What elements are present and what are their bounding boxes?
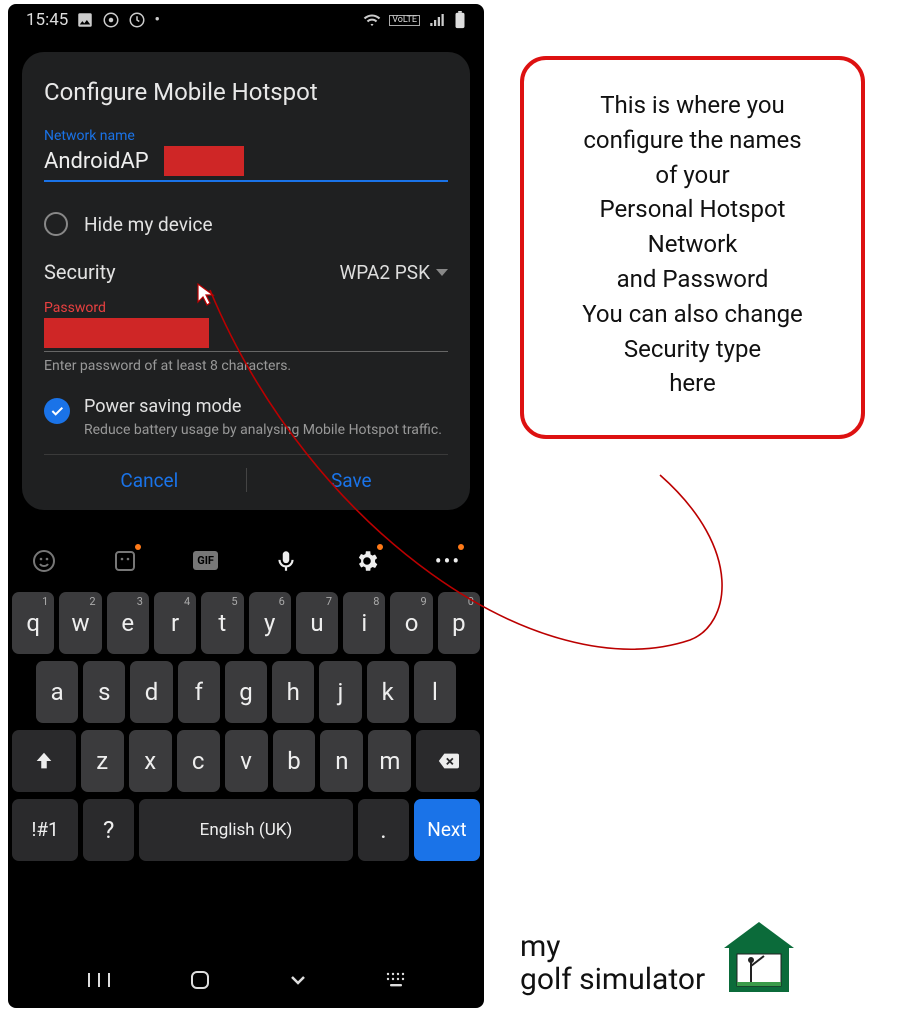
network-name-label: Network name — [44, 128, 448, 144]
key-n[interactable]: n — [320, 730, 363, 792]
home-button[interactable] — [188, 968, 212, 996]
callout-line: You can also change — [542, 297, 843, 332]
key-v[interactable]: v — [225, 730, 268, 792]
phone-frame: 15:45 • VoLTE Configure Mobile Hotspot N… — [8, 4, 484, 1008]
location-icon — [102, 11, 120, 29]
key-f[interactable]: f — [178, 661, 220, 723]
callout-line: of your — [542, 158, 843, 193]
callout-line: here — [542, 366, 843, 401]
golf-hut-icon — [719, 916, 799, 996]
callout-line: This is where you — [542, 88, 843, 123]
signal-icon — [428, 11, 446, 29]
next-key[interactable]: Next — [414, 799, 480, 861]
callout-line: Personal Hotspot — [542, 192, 843, 227]
logo-text-line2: golf simulator — [520, 963, 705, 996]
keyboard-switch-button[interactable] — [385, 971, 407, 993]
key-p[interactable]: p0 — [438, 592, 480, 654]
symbols-key[interactable]: !#1 — [12, 799, 78, 861]
callout-line: Security type — [542, 332, 843, 367]
settings-icon[interactable] — [347, 544, 387, 578]
hide-device-label: Hide my device — [84, 213, 213, 236]
key-r[interactable]: r4 — [154, 592, 196, 654]
logo-text-line1: my — [520, 930, 705, 963]
back-button[interactable] — [286, 968, 310, 996]
power-saving-title: Power saving mode — [84, 396, 442, 417]
power-saving-row[interactable]: Power saving mode Reduce battery usage b… — [44, 392, 448, 455]
emoji-icon[interactable] — [24, 544, 64, 578]
status-time: 15:45 — [26, 10, 68, 30]
password-label: Password — [44, 300, 448, 316]
key-h[interactable]: h — [272, 661, 314, 723]
key-x[interactable]: x — [129, 730, 172, 792]
key-u[interactable]: u7 — [296, 592, 338, 654]
volte-icon: VoLTE — [389, 15, 420, 26]
shift-key[interactable] — [12, 730, 76, 792]
key-l[interactable]: l — [414, 661, 456, 723]
question-key[interactable]: ? — [83, 799, 134, 861]
wifi-icon — [363, 11, 381, 29]
redaction-block — [164, 146, 244, 176]
chevron-down-icon — [436, 269, 448, 276]
more-icon[interactable]: ••• — [428, 544, 468, 578]
key-s[interactable]: s — [83, 661, 125, 723]
android-navbar — [8, 962, 484, 1002]
security-row[interactable]: Security WPA2 PSK — [44, 248, 448, 300]
power-saving-subtitle: Reduce battery usage by analysing Mobile… — [84, 421, 442, 440]
network-name-field[interactable] — [44, 146, 448, 182]
key-d[interactable]: d — [130, 661, 172, 723]
callout-line: configure the names — [542, 123, 843, 158]
callout-line: and Password — [542, 262, 843, 297]
annotation-callout: This is where you configure the names of… — [520, 56, 865, 439]
hotspot-settings-card: Configure Mobile Hotspot Network name Hi… — [22, 52, 470, 510]
security-label: Security — [44, 260, 116, 284]
checkbox-checked-icon[interactable] — [44, 398, 70, 424]
redaction-block — [44, 318, 209, 348]
security-value: WPA2 PSK — [339, 261, 430, 284]
key-q[interactable]: q1 — [12, 592, 54, 654]
clock-icon — [128, 11, 146, 29]
recents-button[interactable] — [85, 970, 113, 994]
cancel-button[interactable]: Cancel — [120, 469, 178, 492]
key-z[interactable]: z — [81, 730, 124, 792]
key-w[interactable]: w2 — [59, 592, 101, 654]
save-button[interactable]: Save — [331, 469, 372, 492]
sticker-icon[interactable] — [105, 544, 145, 578]
key-j[interactable]: j — [319, 661, 361, 723]
radio-unchecked-icon[interactable] — [44, 212, 68, 236]
password-field[interactable] — [44, 318, 448, 352]
key-g[interactable]: g — [225, 661, 267, 723]
key-m[interactable]: m — [368, 730, 411, 792]
key-e[interactable]: e3 — [107, 592, 149, 654]
brand-logo: my golf simulator — [520, 916, 799, 996]
keyboard-toolbar: GIF ••• — [8, 534, 484, 588]
key-o[interactable]: o9 — [390, 592, 432, 654]
more-dot-icon: • — [154, 10, 160, 30]
battery-icon — [454, 11, 466, 29]
key-b[interactable]: b — [273, 730, 316, 792]
callout-line: Network — [542, 227, 843, 262]
mic-icon[interactable] — [266, 544, 306, 578]
password-helper-text: Enter password of at least 8 characters. — [44, 358, 448, 374]
space-key[interactable]: English (UK) — [139, 799, 353, 861]
key-t[interactable]: t5 — [201, 592, 243, 654]
key-k[interactable]: k — [367, 661, 409, 723]
image-icon — [76, 11, 94, 29]
status-bar: 15:45 • VoLTE — [8, 4, 484, 34]
key-i[interactable]: i8 — [343, 592, 385, 654]
backspace-key[interactable] — [416, 730, 480, 792]
key-c[interactable]: c — [177, 730, 220, 792]
button-separator — [246, 468, 247, 492]
gif-icon[interactable]: GIF — [186, 544, 226, 578]
key-y[interactable]: y6 — [249, 592, 291, 654]
cursor-icon — [196, 282, 216, 306]
page-title: Configure Mobile Hotspot — [44, 78, 448, 106]
period-key[interactable]: . — [358, 799, 409, 861]
network-name-input[interactable] — [44, 149, 164, 174]
keyboard: q1w2e3r4t5y6u7i8o9p0 asdfghjkl zxcvbnm !… — [8, 588, 484, 861]
key-a[interactable]: a — [36, 661, 78, 723]
hide-device-row[interactable]: Hide my device — [44, 200, 448, 248]
